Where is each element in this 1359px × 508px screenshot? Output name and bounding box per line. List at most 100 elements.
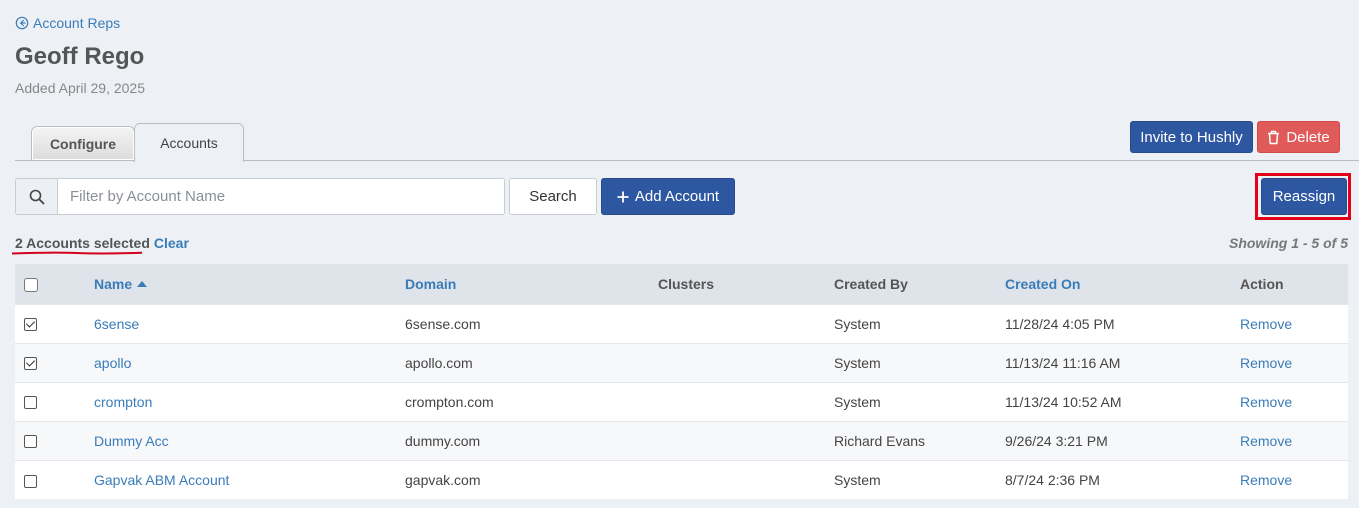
domain-column-label: Domain [405, 275, 457, 292]
row-select-cell [15, 420, 94, 460]
search-icon [29, 189, 44, 204]
reassign-button-label: Reassign [1272, 188, 1336, 205]
tab-accounts[interactable]: Accounts [134, 123, 244, 162]
account-name-link[interactable]: apollo [94, 355, 131, 371]
row-action-cell: Remove [1240, 303, 1348, 343]
account-domain: gapvak.com [405, 471, 481, 488]
search-input[interactable] [58, 179, 504, 214]
red-underline-annotation [12, 251, 142, 255]
header-created-by: Created By [834, 264, 1005, 304]
row-clusters-cell [658, 420, 834, 460]
delete-button-label: Delete [1286, 128, 1330, 146]
search-addon [16, 179, 58, 214]
row-name-cell: Dummy Acc [94, 420, 405, 460]
row-domain-cell: crompton.com [405, 381, 658, 421]
table-row: 6sense 6sense.com System 11/28/24 4:05 P… [15, 303, 1348, 343]
row-checkbox[interactable] [24, 474, 37, 488]
remove-link[interactable]: Remove [1240, 394, 1292, 410]
row-checkbox[interactable] [24, 396, 37, 410]
row-name-cell: crompton [94, 381, 405, 421]
select-all-checkbox[interactable] [24, 277, 38, 292]
header-name[interactable]: Name [94, 264, 405, 304]
clear-selection-link[interactable]: Clear [154, 235, 189, 251]
row-clusters-cell [658, 303, 834, 343]
row-action-cell: Remove [1240, 381, 1348, 421]
table-row: apollo apollo.com System 11/13/24 11:16 … [15, 342, 1348, 382]
row-created-on-cell: 11/13/24 10:52 AM [1005, 381, 1240, 421]
row-action-cell: Remove [1240, 342, 1348, 382]
page-subtitle: Added April 29, 2025 [15, 80, 145, 96]
row-created-on-cell: 11/13/24 11:16 AM [1005, 342, 1240, 382]
account-name-link[interactable]: Dummy Acc [94, 433, 169, 449]
row-created-on-cell: 11/28/24 4:05 PM [1005, 303, 1240, 343]
circle-arrow-left-icon [15, 16, 29, 30]
row-checkbox[interactable] [24, 357, 37, 371]
header-domain[interactable]: Domain [405, 264, 658, 304]
row-created-on-cell: 9/26/24 3:21 PM [1005, 420, 1240, 460]
add-account-label: Add Account [634, 188, 720, 205]
row-action-cell: Remove [1240, 420, 1348, 460]
row-select-cell [15, 303, 94, 343]
account-domain: 6sense.com [405, 315, 481, 332]
account-created-by: System [834, 393, 881, 410]
row-select-cell [15, 381, 94, 421]
header-created-on[interactable]: Created On [1005, 264, 1240, 304]
row-created-by-cell: Richard Evans [834, 420, 1005, 460]
trash-icon [1268, 130, 1280, 144]
table-row: Gapvak ABM Account gapvak.com System 8/7… [15, 459, 1348, 499]
action-column-label: Action [1240, 275, 1284, 292]
delete-button[interactable]: Delete [1257, 121, 1340, 153]
account-created-on: 11/13/24 10:52 AM [1005, 393, 1122, 410]
row-checkbox[interactable] [24, 318, 37, 332]
header-select-all [15, 264, 94, 304]
row-created-by-cell: System [834, 459, 1005, 499]
account-name-link[interactable]: 6sense [94, 316, 139, 332]
reassign-button[interactable]: Reassign [1261, 178, 1347, 215]
clusters-column-label: Clusters [658, 275, 715, 292]
add-account-button[interactable]: Add Account [601, 178, 735, 215]
back-link-account-reps[interactable]: Account Reps [15, 15, 120, 31]
row-created-by-cell: System [834, 381, 1005, 421]
row-created-by-cell: System [834, 342, 1005, 382]
row-name-cell: Gapvak ABM Account [94, 459, 405, 499]
table-row: Dummy Acc dummy.com Richard Evans 9/26/2… [15, 420, 1348, 460]
table-header-row: Name Domain Clusters Created By Created … [15, 264, 1348, 304]
invite-to-hushly-button[interactable]: Invite to Hushly [1130, 121, 1253, 153]
search-group [15, 178, 505, 215]
account-created-on: 9/26/24 3:21 PM [1005, 432, 1108, 449]
row-name-cell: 6sense [94, 303, 405, 343]
header-action: Action [1240, 264, 1348, 304]
tab-accounts-label: Accounts [160, 135, 218, 151]
row-clusters-cell [658, 381, 834, 421]
account-created-by: System [834, 354, 881, 371]
name-column-label: Name [94, 275, 133, 292]
row-domain-cell: dummy.com [405, 420, 658, 460]
header-clusters: Clusters [658, 264, 834, 304]
remove-link[interactable]: Remove [1240, 472, 1292, 488]
remove-link[interactable]: Remove [1240, 355, 1292, 371]
tab-configure-label: Configure [49, 135, 117, 152]
remove-link[interactable]: Remove [1240, 316, 1292, 332]
tab-configure[interactable]: Configure [31, 126, 135, 160]
account-domain: dummy.com [405, 432, 481, 449]
account-name-link[interactable]: Gapvak ABM Account [94, 472, 229, 488]
showing-range: Showing 1 - 5 of 5 [1228, 235, 1348, 251]
search-button[interactable]: Search [509, 178, 597, 215]
row-domain-cell: 6sense.com [405, 303, 658, 343]
selected-count-text: 2 Accounts selected [15, 235, 150, 251]
account-created-on: 11/13/24 11:16 AM [1005, 354, 1121, 371]
account-name-link[interactable]: crompton [94, 394, 152, 410]
account-created-by: Richard Evans [834, 432, 926, 449]
row-created-on-cell: 8/7/24 2:36 PM [1005, 459, 1240, 499]
back-link-label: Account Reps [33, 15, 121, 31]
row-domain-cell: apollo.com [405, 342, 658, 382]
accounts-table: Name Domain Clusters Created By Created … [15, 264, 1348, 499]
sort-ascending-icon [137, 280, 148, 287]
invite-button-label: Invite to Hushly [1140, 128, 1243, 146]
table-row: crompton crompton.com System 11/13/24 10… [15, 381, 1348, 421]
plus-icon [617, 191, 629, 202]
created-by-column-label: Created By [834, 275, 908, 292]
remove-link[interactable]: Remove [1240, 433, 1292, 449]
row-select-cell [15, 342, 94, 382]
row-checkbox[interactable] [24, 435, 37, 449]
